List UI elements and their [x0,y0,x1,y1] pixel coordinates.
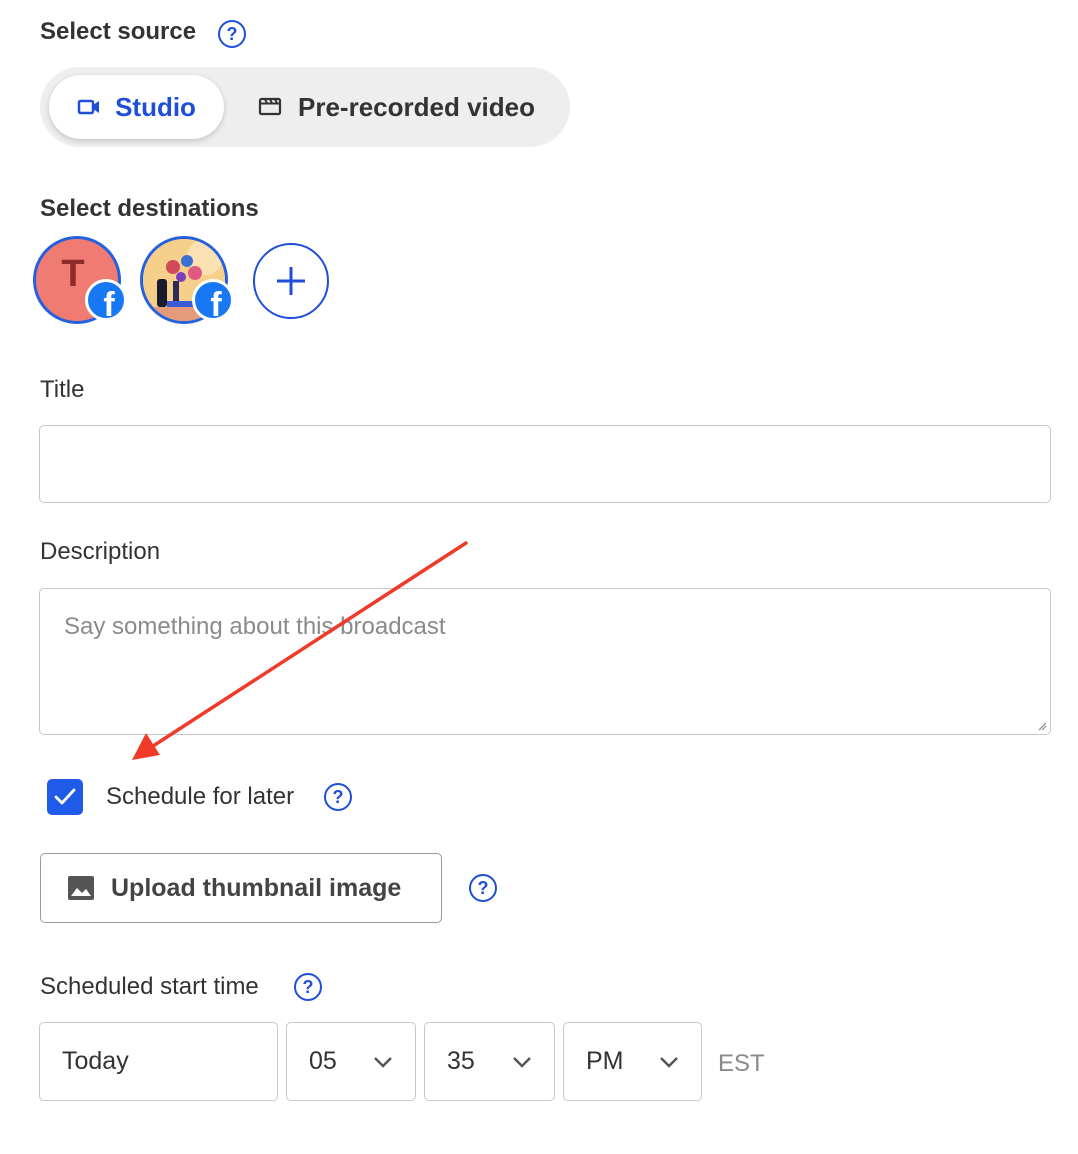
resize-handle-icon[interactable] [1037,721,1047,731]
date-select[interactable]: Today [39,1022,278,1101]
source-option-studio-label: Studio [115,91,196,122]
plus-icon [277,267,305,295]
meridiem-select[interactable]: PM [563,1022,702,1101]
description-placeholder: Say something about this broadcast [64,613,446,640]
meridiem-value: PM [586,1047,624,1075]
minute-value: 35 [447,1047,475,1075]
destination-avatar-2[interactable]: f [140,236,240,328]
upload-thumbnail-button[interactable]: Upload thumbnail image [40,853,442,923]
start-time-label: Scheduled start time [40,973,259,1000]
add-destination-button[interactable] [253,243,329,319]
timezone-label: EST [718,1050,765,1077]
checkmark-icon [54,788,76,805]
film-icon [258,92,282,123]
schedule-checkbox[interactable] [47,779,83,815]
source-help-icon[interactable]: ? [218,20,246,48]
facebook-icon: f [192,279,234,321]
date-value: Today [62,1047,129,1075]
upload-help-icon[interactable]: ? [469,874,497,902]
minute-select[interactable]: 35 [424,1022,555,1101]
schedule-label: Schedule for later [106,783,295,810]
title-label: Title [40,376,85,403]
hour-select[interactable]: 05 [286,1022,416,1101]
chevron-down-icon [374,1056,392,1068]
select-source-label: Select source [40,18,197,45]
video-camera-icon [77,92,101,123]
source-option-studio[interactable]: Studio [49,75,224,139]
chevron-down-icon [513,1056,531,1068]
description-textarea[interactable]: Say something about this broadcast [39,588,1051,735]
avatar-initial: T [61,252,85,295]
source-option-prerecorded[interactable]: Pre-recorded video [258,75,535,139]
chevron-down-icon [660,1056,678,1068]
start-time-help-icon[interactable]: ? [294,973,322,1001]
select-destinations-label: Select destinations [40,195,259,222]
schedule-help-icon[interactable]: ? [324,783,352,811]
title-input[interactable] [39,425,1051,503]
destination-avatar-1[interactable]: T f [33,236,133,328]
facebook-icon: f [85,279,127,321]
hour-value: 05 [309,1047,337,1075]
source-option-prerecorded-label: Pre-recorded video [298,91,535,122]
image-icon [68,876,94,900]
description-label: Description [40,538,161,565]
upload-thumbnail-label: Upload thumbnail image [111,873,402,902]
